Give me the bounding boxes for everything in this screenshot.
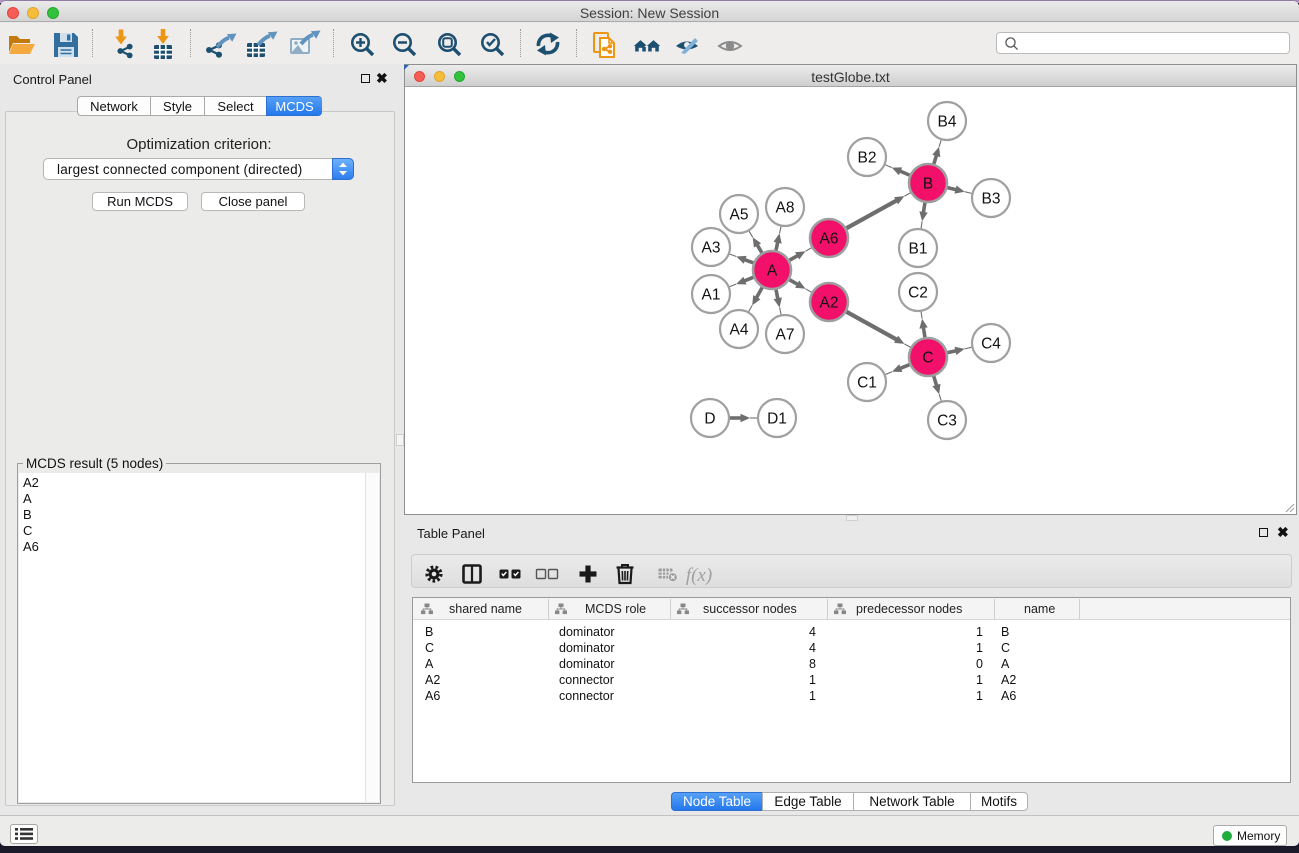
svg-text:B: B: [923, 176, 933, 193]
svg-text:A4: A4: [730, 322, 749, 339]
svg-text:A2: A2: [820, 295, 839, 312]
svg-text:D: D: [704, 411, 715, 428]
svg-text:A3: A3: [702, 240, 721, 257]
svg-text:A1: A1: [702, 287, 721, 304]
svg-text:f(x): f(x): [686, 565, 712, 586]
svg-text:C2: C2: [908, 285, 928, 302]
svg-text:D1: D1: [767, 411, 787, 428]
svg-text:C3: C3: [937, 413, 957, 430]
svg-text:C1: C1: [857, 375, 877, 392]
svg-text:A7: A7: [776, 327, 795, 344]
svg-text:A6: A6: [820, 231, 839, 248]
svg-text:C: C: [922, 350, 933, 367]
svg-text:A: A: [767, 263, 778, 280]
svg-text:B1: B1: [909, 241, 928, 258]
svg-text:A8: A8: [776, 200, 795, 217]
svg-text:B4: B4: [938, 114, 957, 131]
svg-text:B2: B2: [858, 150, 877, 167]
svg-text:B3: B3: [982, 191, 1001, 208]
svg-text:C4: C4: [981, 336, 1001, 353]
svg-text:A5: A5: [730, 207, 749, 224]
